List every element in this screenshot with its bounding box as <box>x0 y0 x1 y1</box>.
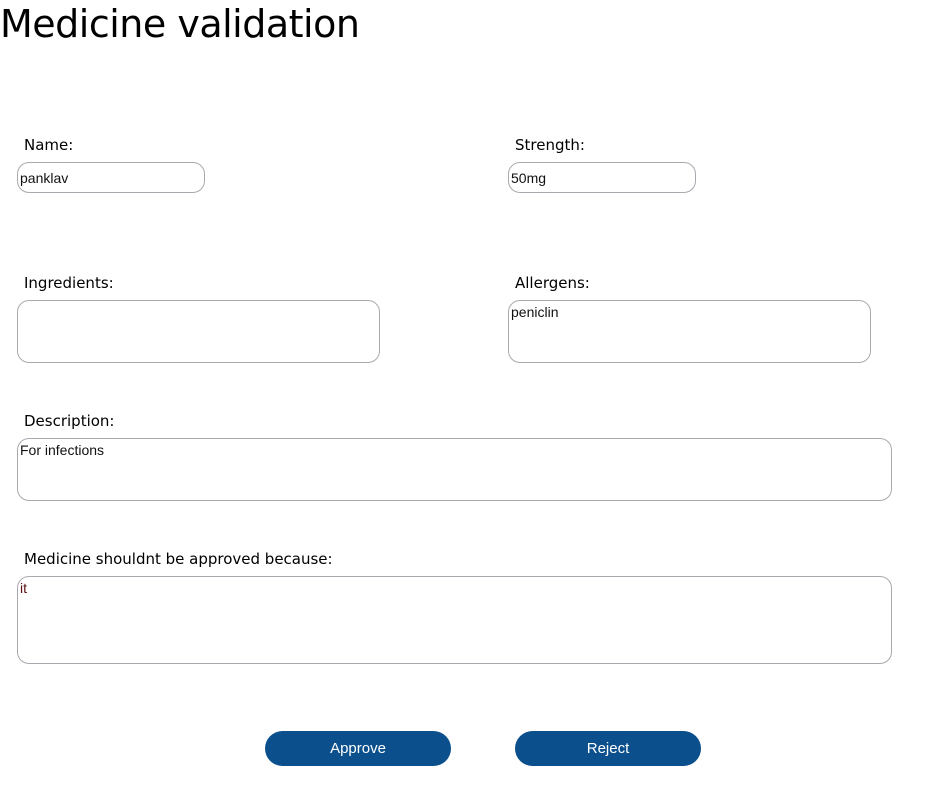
strength-label: Strength: <box>515 136 585 154</box>
rejection-reason-label: Medicine shouldnt be approved because: <box>24 550 333 568</box>
description-label: Description: <box>24 412 115 430</box>
page-title: Medicine validation <box>0 2 360 46</box>
name-label: Name: <box>24 136 74 154</box>
allergens-label: Allergens: <box>515 274 590 292</box>
name-input[interactable] <box>17 162 205 193</box>
ingredients-label: Ingredients: <box>24 274 114 292</box>
reject-button[interactable]: Reject <box>515 731 701 766</box>
approve-button[interactable]: Approve <box>265 731 451 766</box>
ingredients-textarea[interactable] <box>17 300 380 363</box>
description-textarea[interactable]: For infections <box>17 438 892 501</box>
rejection-reason-textarea[interactable]: it <box>17 576 892 664</box>
allergens-textarea[interactable]: peniclin <box>508 300 871 363</box>
strength-input[interactable] <box>508 162 696 193</box>
